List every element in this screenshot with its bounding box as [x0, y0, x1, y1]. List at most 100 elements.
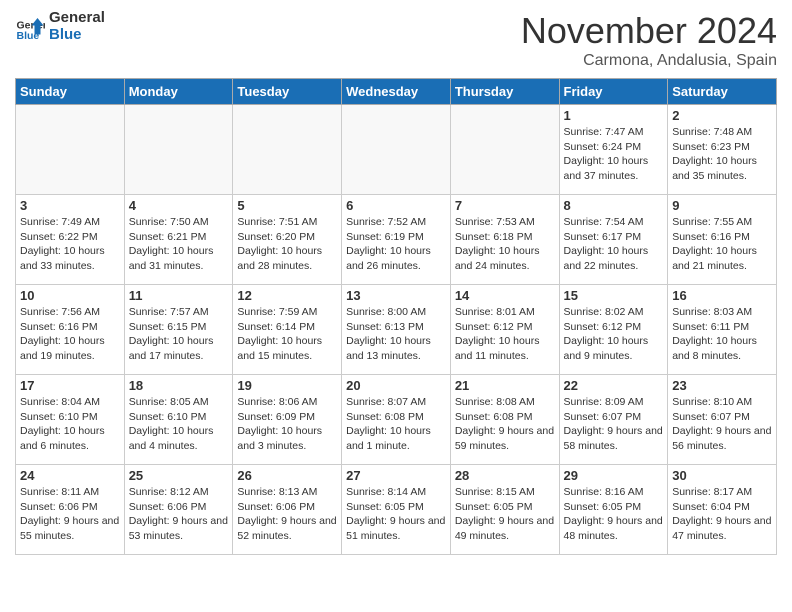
day-number: 4 — [129, 198, 229, 213]
weekday-header-friday: Friday — [559, 79, 668, 105]
day-info: Sunrise: 8:00 AM Sunset: 6:13 PM Dayligh… — [346, 305, 446, 364]
weekday-header-tuesday: Tuesday — [233, 79, 342, 105]
day-number: 26 — [237, 468, 337, 483]
calendar-table: SundayMondayTuesdayWednesdayThursdayFrid… — [15, 78, 777, 555]
weekday-header-saturday: Saturday — [668, 79, 777, 105]
calendar-cell: 23 Sunrise: 8:10 AM Sunset: 6:07 PM Dayli… — [668, 375, 777, 465]
calendar-cell: 25Sunrise: 8:12 AM Sunset: 6:06 PM Dayli… — [124, 465, 233, 555]
day-number: 16 — [672, 288, 772, 303]
day-info: Sunrise: 7:47 AM Sunset: 6:24 PM Dayligh… — [564, 125, 664, 184]
day-number: 22 — [564, 378, 664, 393]
day-info: Sunrise: 7:54 AM Sunset: 6:17 PM Dayligh… — [564, 215, 664, 274]
weekday-header-thursday: Thursday — [450, 79, 559, 105]
calendar-cell: 29 Sunrise: 8:16 AM Sunset: 6:05 PM Dayli… — [559, 465, 668, 555]
day-info: Sunrise: 7:55 AM Sunset: 6:16 PM Dayligh… — [672, 215, 772, 274]
week-row-0: 1 Sunrise: 7:47 AM Sunset: 6:24 PM Daylig… — [16, 105, 777, 195]
calendar-cell — [450, 105, 559, 195]
day-info: Sunrise: 8:15 AM Sunset: 6:05 PM Dayligh… — [455, 485, 555, 544]
calendar-cell: 10Sunrise: 7:56 AM Sunset: 6:16 PM Dayli… — [16, 285, 125, 375]
day-number: 6 — [346, 198, 446, 213]
day-number: 29 — [564, 468, 664, 483]
day-info: Sunrise: 8:11 AM Sunset: 6:06 PM Dayligh… — [20, 485, 120, 544]
calendar-cell: 24Sunrise: 8:11 AM Sunset: 6:06 PM Dayli… — [16, 465, 125, 555]
day-info: Sunrise: 7:59 AM Sunset: 6:14 PM Dayligh… — [237, 305, 337, 364]
weekday-header-sunday: Sunday — [16, 79, 125, 105]
week-row-1: 3 Sunrise: 7:49 AM Sunset: 6:22 PM Daylig… — [16, 195, 777, 285]
day-info: Sunrise: 8:03 AM Sunset: 6:11 PM Dayligh… — [672, 305, 772, 364]
calendar-cell — [124, 105, 233, 195]
weekday-header-monday: Monday — [124, 79, 233, 105]
day-info: Sunrise: 7:48 AM Sunset: 6:23 PM Dayligh… — [672, 125, 772, 184]
calendar-cell: 8 Sunrise: 7:54 AM Sunset: 6:17 PM Daylig… — [559, 195, 668, 285]
day-info: Sunrise: 8:17 AM Sunset: 6:04 PM Dayligh… — [672, 485, 772, 544]
day-number: 3 — [20, 198, 120, 213]
logo-blue: Blue — [49, 27, 105, 44]
day-number: 23 — [672, 378, 772, 393]
day-info: Sunrise: 7:52 AM Sunset: 6:19 PM Dayligh… — [346, 215, 446, 274]
day-info: Sunrise: 8:02 AM Sunset: 6:12 PM Dayligh… — [564, 305, 664, 364]
week-row-3: 17 Sunrise: 8:04 AM Sunset: 6:10 PM Dayli… — [16, 375, 777, 465]
day-info: Sunrise: 8:16 AM Sunset: 6:05 PM Dayligh… — [564, 485, 664, 544]
calendar-cell: 22 Sunrise: 8:09 AM Sunset: 6:07 PM Dayli… — [559, 375, 668, 465]
title-section: November 2024 Carmona, Andalusia, Spain — [521, 10, 777, 70]
day-info: Sunrise: 7:57 AM Sunset: 6:15 PM Dayligh… — [129, 305, 229, 364]
day-info: Sunrise: 7:49 AM Sunset: 6:22 PM Dayligh… — [20, 215, 120, 274]
calendar-cell: 7Sunrise: 7:53 AM Sunset: 6:18 PM Daylig… — [450, 195, 559, 285]
calendar-cell: 26 Sunrise: 8:13 AM Sunset: 6:06 PM Dayli… — [233, 465, 342, 555]
calendar-cell: 16 Sunrise: 8:03 AM Sunset: 6:11 PM Dayli… — [668, 285, 777, 375]
day-info: Sunrise: 8:01 AM Sunset: 6:12 PM Dayligh… — [455, 305, 555, 364]
calendar-cell: 3 Sunrise: 7:49 AM Sunset: 6:22 PM Daylig… — [16, 195, 125, 285]
header: General Blue General Blue November 2024 … — [15, 10, 777, 70]
day-number: 25 — [129, 468, 229, 483]
calendar-cell: 20 Sunrise: 8:07 AM Sunset: 6:08 PM Dayli… — [342, 375, 451, 465]
calendar-cell: 17 Sunrise: 8:04 AM Sunset: 6:10 PM Dayli… — [16, 375, 125, 465]
day-info: Sunrise: 8:09 AM Sunset: 6:07 PM Dayligh… — [564, 395, 664, 454]
day-info: Sunrise: 8:08 AM Sunset: 6:08 PM Dayligh… — [455, 395, 555, 454]
day-number: 21 — [455, 378, 555, 393]
day-number: 15 — [564, 288, 664, 303]
day-info: Sunrise: 8:04 AM Sunset: 6:10 PM Dayligh… — [20, 395, 120, 454]
calendar-cell: 4 Sunrise: 7:50 AM Sunset: 6:21 PM Daylig… — [124, 195, 233, 285]
calendar-cell: 5Sunrise: 7:51 AM Sunset: 6:20 PM Daylig… — [233, 195, 342, 285]
calendar-cell: 28 Sunrise: 8:15 AM Sunset: 6:05 PM Dayli… — [450, 465, 559, 555]
day-info: Sunrise: 8:14 AM Sunset: 6:05 PM Dayligh… — [346, 485, 446, 544]
day-number: 11 — [129, 288, 229, 303]
calendar-cell: 21 Sunrise: 8:08 AM Sunset: 6:08 PM Dayli… — [450, 375, 559, 465]
calendar-cell: 11 Sunrise: 7:57 AM Sunset: 6:15 PM Dayli… — [124, 285, 233, 375]
day-number: 27 — [346, 468, 446, 483]
day-number: 14 — [455, 288, 555, 303]
day-number: 9 — [672, 198, 772, 213]
day-info: Sunrise: 8:10 AM Sunset: 6:07 PM Dayligh… — [672, 395, 772, 454]
weekday-header-row: SundayMondayTuesdayWednesdayThursdayFrid… — [16, 79, 777, 105]
day-number: 1 — [564, 108, 664, 123]
day-number: 13 — [346, 288, 446, 303]
week-row-2: 10Sunrise: 7:56 AM Sunset: 6:16 PM Dayli… — [16, 285, 777, 375]
calendar-cell: 2 Sunrise: 7:48 AM Sunset: 6:23 PM Daylig… — [668, 105, 777, 195]
day-info: Sunrise: 7:53 AM Sunset: 6:18 PM Dayligh… — [455, 215, 555, 274]
week-row-4: 24Sunrise: 8:11 AM Sunset: 6:06 PM Dayli… — [16, 465, 777, 555]
day-info: Sunrise: 8:06 AM Sunset: 6:09 PM Dayligh… — [237, 395, 337, 454]
calendar-cell: 6 Sunrise: 7:52 AM Sunset: 6:19 PM Daylig… — [342, 195, 451, 285]
calendar-cell: 1 Sunrise: 7:47 AM Sunset: 6:24 PM Daylig… — [559, 105, 668, 195]
day-number: 19 — [237, 378, 337, 393]
day-info: Sunrise: 7:50 AM Sunset: 6:21 PM Dayligh… — [129, 215, 229, 274]
calendar-cell: 27 Sunrise: 8:14 AM Sunset: 6:05 PM Dayli… — [342, 465, 451, 555]
calendar-cell: 13 Sunrise: 8:00 AM Sunset: 6:13 PM Dayli… — [342, 285, 451, 375]
day-number: 17 — [20, 378, 120, 393]
calendar-cell — [233, 105, 342, 195]
day-number: 28 — [455, 468, 555, 483]
day-number: 8 — [564, 198, 664, 213]
logo-icon: General Blue — [15, 12, 45, 42]
calendar-cell: 15 Sunrise: 8:02 AM Sunset: 6:12 PM Dayli… — [559, 285, 668, 375]
weekday-header-wednesday: Wednesday — [342, 79, 451, 105]
logo-general: General — [49, 10, 105, 27]
day-number: 2 — [672, 108, 772, 123]
day-info: Sunrise: 8:13 AM Sunset: 6:06 PM Dayligh… — [237, 485, 337, 544]
day-number: 12 — [237, 288, 337, 303]
day-info: Sunrise: 7:51 AM Sunset: 6:20 PM Dayligh… — [237, 215, 337, 274]
day-info: Sunrise: 8:07 AM Sunset: 6:08 PM Dayligh… — [346, 395, 446, 454]
day-number: 20 — [346, 378, 446, 393]
logo: General Blue General Blue — [15, 10, 105, 43]
calendar-cell: 9 Sunrise: 7:55 AM Sunset: 6:16 PM Daylig… — [668, 195, 777, 285]
calendar-cell: 30Sunrise: 8:17 AM Sunset: 6:04 PM Dayli… — [668, 465, 777, 555]
